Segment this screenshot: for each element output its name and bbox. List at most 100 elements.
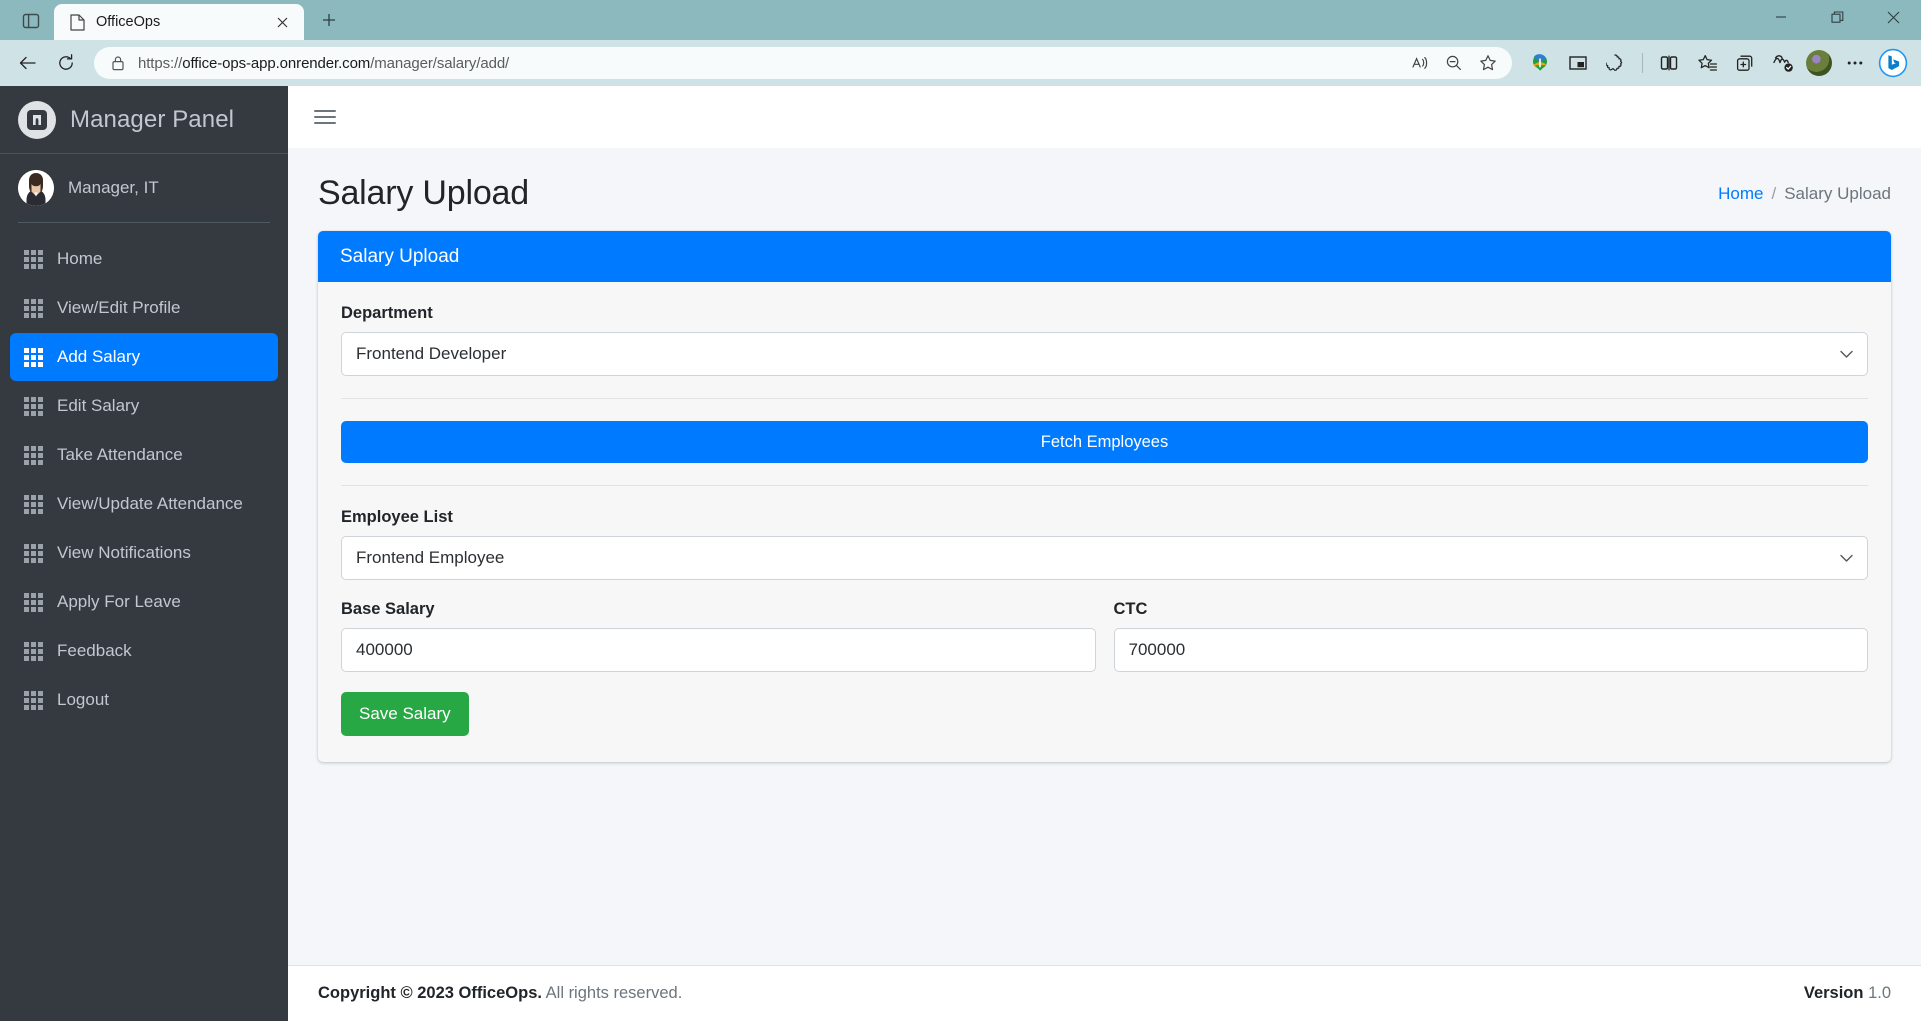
sidebar-item-take-attendance[interactable]: Take Attendance	[10, 431, 278, 479]
base-salary-input[interactable]: 400000	[341, 628, 1096, 672]
close-icon	[1887, 11, 1899, 23]
zoom-out-button[interactable]	[1438, 49, 1470, 77]
browser-sidebar-toggle-button[interactable]	[8, 4, 54, 38]
card-header-title: Salary Upload	[340, 245, 460, 267]
new-tab-button[interactable]	[312, 3, 346, 37]
fetch-employees-button[interactable]: Fetch Employees	[341, 421, 1868, 463]
picture-in-picture-button[interactable]	[1560, 47, 1596, 79]
divider-after-department	[341, 398, 1868, 399]
department-select[interactable]: Frontend Developer	[341, 332, 1868, 376]
page-header: Salary Upload Home / Salary Upload	[288, 148, 1921, 231]
sidebar-item-label: Logout	[57, 690, 109, 709]
grid-icon	[24, 396, 43, 416]
split-screen-icon	[1660, 55, 1678, 71]
picture-in-picture-icon	[1569, 56, 1587, 70]
breadcrumb-separator: /	[1771, 183, 1777, 203]
footer-version: Version 1.0	[1804, 984, 1891, 1003]
employee-list-select[interactable]: Frontend Employee	[341, 536, 1868, 580]
collections-button[interactable]	[1727, 47, 1763, 79]
read-aloud-button[interactable]	[1404, 49, 1436, 77]
window-controls	[1753, 0, 1921, 40]
breadcrumb-home-link[interactable]: Home	[1718, 184, 1763, 204]
collections-icon	[1736, 55, 1752, 71]
browser-tab[interactable]: OfficeOps	[54, 4, 304, 40]
grid-icon	[24, 592, 43, 612]
idm-download-icon	[1533, 54, 1547, 71]
more-options-button[interactable]	[1837, 47, 1873, 79]
browser-sidebar-icon	[22, 13, 40, 29]
add-favorite-button[interactable]	[1472, 49, 1504, 77]
department-select-value: Frontend Developer	[356, 344, 507, 363]
window-maximize-button[interactable]	[1809, 0, 1865, 34]
tab-title: OfficeOps	[96, 14, 161, 30]
browser-essentials-icon	[1773, 55, 1793, 72]
sidebar-item-apply-for-leave[interactable]: Apply For Leave	[10, 578, 278, 626]
app-topbar	[288, 86, 1921, 148]
sidebar-divider	[18, 222, 270, 223]
sidebar-brand-title: Manager Panel	[70, 105, 235, 133]
sidebar-item-view-update-attendance[interactable]: View/Update Attendance	[10, 480, 278, 528]
grid-icon	[24, 445, 43, 465]
sidebar-item-view-edit-profile[interactable]: View/Edit Profile	[10, 284, 278, 332]
plus-icon	[323, 14, 335, 26]
footer-copyright-rest: All rights reserved.	[541, 984, 683, 1002]
department-label: Department	[341, 304, 433, 322]
save-salary-button[interactable]: Save Salary	[341, 692, 469, 736]
favorite-star-icon	[1480, 55, 1496, 71]
extensions-puzzle-icon	[1606, 54, 1623, 71]
split-screen-button[interactable]	[1651, 47, 1687, 79]
ctc-input[interactable]: 700000	[1113, 628, 1868, 672]
url-host: office-ops-app.onrender.com	[182, 54, 371, 72]
maximize-icon	[1830, 10, 1843, 23]
tab-close-button[interactable]	[270, 10, 294, 34]
sidebar-item-label: View/Edit Profile	[57, 298, 181, 317]
grid-icon	[24, 347, 43, 367]
sidebar-item-add-salary[interactable]: Add Salary	[10, 333, 278, 381]
card-area: Salary Upload Department Frontend Develo…	[288, 231, 1921, 965]
window-close-button[interactable]	[1865, 0, 1921, 34]
sidebar-brand[interactable]: Manager Panel	[0, 86, 288, 154]
browser-title-bar: OfficeOps	[0, 0, 1921, 40]
grid-icon	[24, 641, 43, 661]
idm-download-button[interactable]	[1522, 47, 1558, 79]
copilot-button[interactable]	[1875, 45, 1911, 81]
url-path: /manager/salary/add/	[370, 54, 510, 72]
address-bar[interactable]: https://office-ops-app.onrender.com/mana…	[94, 47, 1512, 79]
reload-icon	[59, 54, 73, 70]
sidebar-item-home[interactable]: Home	[10, 235, 278, 283]
footer-version-label: Version	[1803, 984, 1864, 1002]
reload-button[interactable]	[48, 47, 84, 79]
grid-icon	[24, 494, 43, 514]
more-options-icon	[1847, 61, 1863, 65]
url-scheme: https://	[138, 54, 183, 72]
sidebar-item-label: Feedback	[57, 641, 132, 660]
page-icon	[68, 13, 86, 31]
sidebar-item-logout[interactable]: Logout	[10, 676, 278, 724]
footer-copyright: Copyright © 2023 OfficeOps. All rights r…	[318, 984, 682, 1003]
breadcrumb-current: Salary Upload	[1784, 183, 1891, 203]
sidebar-user-panel[interactable]: Manager, IT	[0, 154, 288, 220]
sidebar-item-feedback[interactable]: Feedback	[10, 627, 278, 675]
ctc-label: CTC	[1113, 600, 1148, 618]
sidebar-user-name: Manager, IT	[68, 178, 159, 197]
favorites-button[interactable]	[1689, 47, 1725, 79]
browser-essentials-button[interactable]	[1765, 47, 1801, 79]
base-salary-value: 400000	[356, 640, 413, 659]
close-icon	[277, 17, 287, 27]
profile-button[interactable]	[1803, 47, 1835, 79]
sidebar-item-label: View/Update Attendance	[57, 494, 243, 513]
back-button[interactable]	[10, 47, 46, 79]
window-minimize-button[interactable]	[1753, 0, 1809, 34]
hamburger-menu-icon[interactable]	[308, 100, 342, 134]
sidebar-item-edit-salary[interactable]: Edit Salary	[10, 382, 278, 430]
extensions-button[interactable]	[1598, 47, 1634, 79]
card-body: Department Frontend Developer Fetch Empl…	[318, 282, 1891, 762]
sidebar-item-view-notifications[interactable]: View Notifications	[10, 529, 278, 577]
sidebar-item-label: View Notifications	[57, 543, 191, 562]
back-arrow-icon	[19, 56, 36, 70]
save-salary-label: Save Salary	[359, 704, 451, 723]
footer-version-value: 1.0	[1868, 984, 1891, 1002]
omnibox-actions	[1404, 49, 1504, 77]
ctc-group: CTC 700000	[1113, 600, 1868, 672]
divider-after-fetch	[341, 485, 1868, 486]
